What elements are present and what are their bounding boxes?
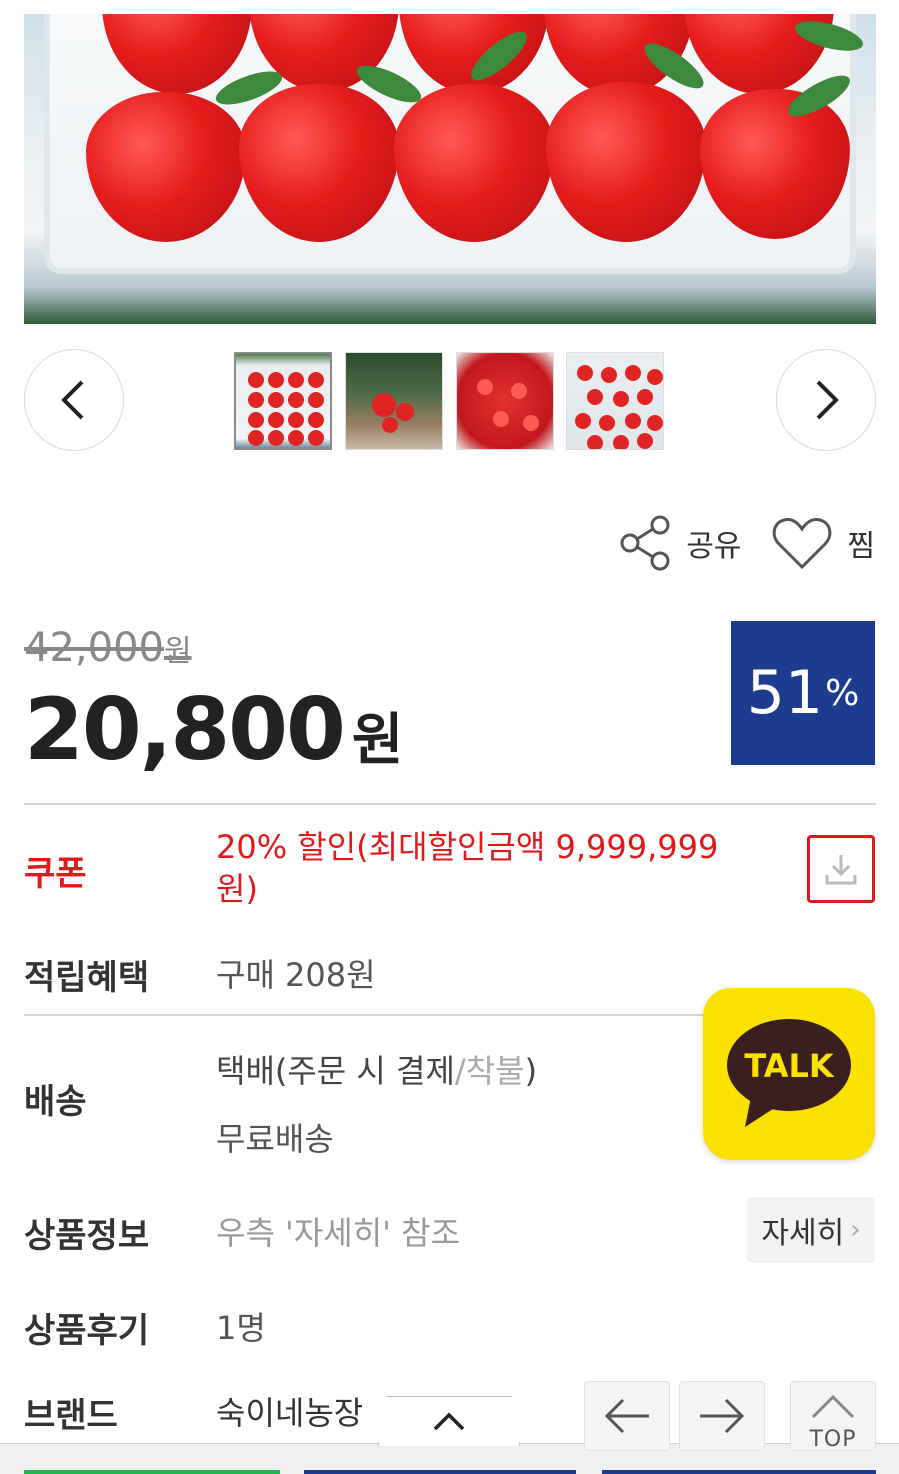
chevron-up-icon <box>811 1394 855 1419</box>
share-button[interactable]: 공유 <box>618 515 741 571</box>
kakao-talk-icon: TALK <box>727 1019 851 1127</box>
scroll-top-button[interactable]: TOP <box>790 1381 876 1452</box>
sale-price: 20,800 원 <box>24 680 404 780</box>
wish-label: 찜 <box>847 529 875 564</box>
back-button[interactable] <box>584 1381 670 1451</box>
heart-icon <box>773 518 832 570</box>
gallery-prev-button[interactable] <box>24 349 124 451</box>
gallery-next-button[interactable] <box>776 349 876 451</box>
shipping-method: 택배(주문 시 결제/착불) <box>216 1052 538 1090</box>
shipping-fee: 무료배송 <box>216 1120 334 1158</box>
reviews-value: 1명 <box>216 1309 266 1347</box>
scroll-top-label: TOP <box>809 1427 857 1452</box>
divider <box>24 803 876 805</box>
details-label: 자세히 <box>761 1216 845 1251</box>
original-price: 42,000원 <box>24 625 192 671</box>
cart-bar-segment[interactable] <box>304 1470 576 1474</box>
product-main-image <box>24 14 876 324</box>
product-actions: 공유 찜 <box>618 515 875 571</box>
product-info-value: 우측 '자세히' 참조 <box>216 1214 461 1252</box>
chevron-right-icon: › <box>850 1215 861 1245</box>
brand-label: 브랜드 <box>24 1396 118 1436</box>
divider <box>24 1014 704 1016</box>
buy-bar-segment[interactable] <box>24 1470 280 1474</box>
gallery-thumbnail[interactable] <box>234 352 332 450</box>
svg-text:TALK: TALK <box>744 1047 835 1085</box>
coupon-label: 쿠폰 <box>24 854 87 894</box>
details-button[interactable]: 자세히 › <box>747 1197 875 1263</box>
chevron-up-icon <box>433 1412 465 1430</box>
discount-badge: 51% <box>731 621 875 765</box>
shipping-label: 배송 <box>24 1082 87 1122</box>
arrow-left-icon <box>604 1398 649 1434</box>
points-value: 구매 208원 <box>216 956 376 994</box>
collapse-toggle[interactable] <box>378 1396 520 1446</box>
gallery-thumbnail[interactable] <box>345 352 443 450</box>
coupon-value: 20% 할인(최대할인금액 9,999,999원) <box>216 828 719 908</box>
kakao-talk-button[interactable]: TALK <box>703 988 875 1160</box>
coupon-download-button[interactable] <box>807 835 875 903</box>
brand-value: 숙이네농장 <box>216 1394 364 1432</box>
points-label: 적립혜택 <box>24 958 150 998</box>
product-info-label: 상품정보 <box>24 1216 150 1256</box>
share-label: 공유 <box>686 529 742 564</box>
gift-bar-segment[interactable] <box>602 1470 876 1474</box>
reviews-label: 상품후기 <box>24 1311 150 1351</box>
chevron-left-icon <box>61 380 84 420</box>
gallery-thumbnail[interactable] <box>456 352 554 450</box>
arrow-right-icon <box>700 1398 745 1434</box>
share-icon <box>620 515 670 571</box>
gallery-thumbnail[interactable] <box>566 352 664 450</box>
wish-button[interactable]: 찜 <box>771 515 875 571</box>
download-icon <box>825 855 857 885</box>
chevron-right-icon <box>816 380 839 420</box>
forward-button[interactable] <box>679 1381 765 1451</box>
